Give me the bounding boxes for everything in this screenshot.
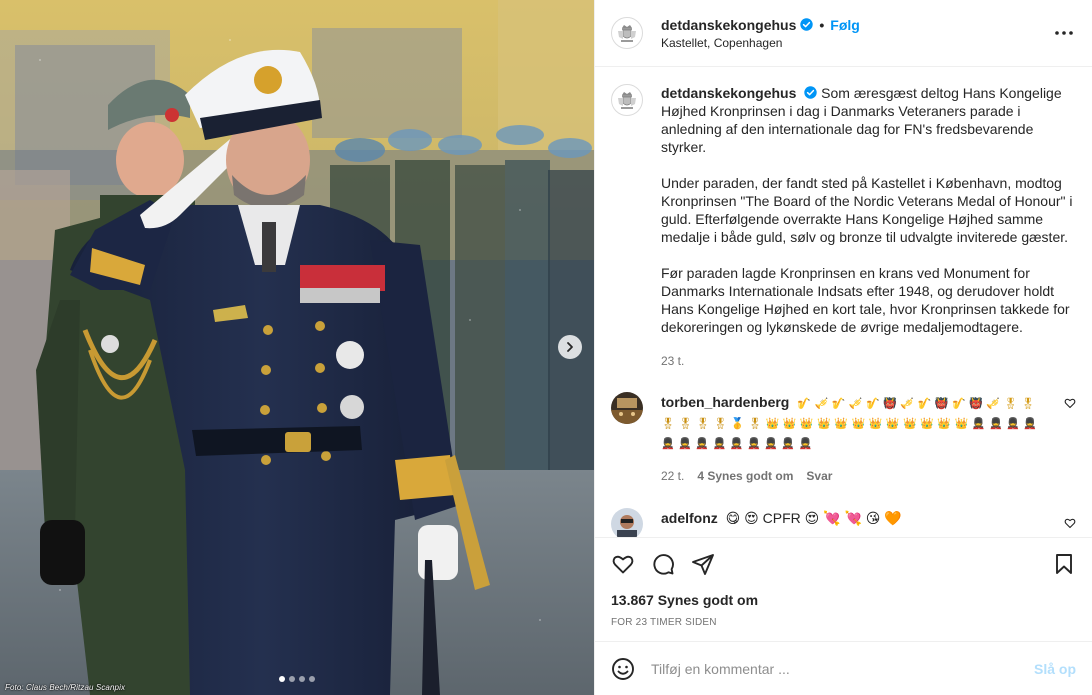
caption-avatar[interactable] bbox=[611, 84, 643, 116]
comments-section[interactable]: detdanskekongehus Som æresgæst deltog Ha… bbox=[595, 68, 1092, 537]
comment-username[interactable]: torben_hardenberg bbox=[661, 394, 789, 410]
more-options-button[interactable] bbox=[1052, 21, 1076, 45]
heart-icon bbox=[612, 555, 634, 574]
carousel-dot bbox=[289, 676, 295, 682]
caption-first-paragraph: detdanskekongehus Som æresgæst deltog Ha… bbox=[661, 84, 1076, 156]
comment-likes[interactable]: 4 Synes godt om bbox=[697, 466, 793, 486]
verified-badge-icon bbox=[800, 18, 814, 31]
comment-text-line: 💂 💂 💂 💂 💂 💂 💂 💂 💂 bbox=[661, 437, 813, 450]
header-title-row: detdanskekongehus • Følg bbox=[661, 17, 1052, 33]
commenter-avatar[interactable] bbox=[611, 392, 643, 424]
more-horizontal-icon bbox=[1055, 31, 1073, 35]
save-button[interactable] bbox=[1052, 552, 1076, 576]
post-comment-button[interactable]: Slå op bbox=[1034, 661, 1076, 677]
emoji-picker-button[interactable] bbox=[611, 657, 635, 681]
comment-text-line: 🎖 🎖 🎖 🎖 🥇 🎖 👑 👑 👑 👑 👑 👑 👑 👑 👑 👑 👑 👑 💂 💂 … bbox=[661, 417, 1038, 430]
carousel-dot bbox=[299, 676, 305, 682]
parade-photo bbox=[0, 0, 594, 695]
commenter-avatar[interactable] bbox=[611, 508, 643, 537]
caption-time: 23 t. bbox=[661, 354, 685, 368]
post-media: Foto: Claus Bech/Ritzau Scanpix bbox=[0, 0, 594, 695]
heart-icon bbox=[1064, 398, 1076, 409]
comment-item: adelfonz 😋 😍 CPFR 😍 💘 💘 😘 🧡 bbox=[611, 508, 1076, 537]
bookmark-icon bbox=[1056, 554, 1072, 574]
share-button[interactable] bbox=[691, 552, 715, 576]
action-bar bbox=[611, 538, 1076, 590]
header-text: detdanskekongehus • Følg Kastellet, Cope… bbox=[661, 17, 1052, 50]
comment-input[interactable] bbox=[651, 660, 1034, 677]
post-side-panel: detdanskekongehus • Følg Kastellet, Cope… bbox=[594, 0, 1092, 695]
royal-crest-icon bbox=[618, 92, 636, 109]
comment-time[interactable]: 22 t. bbox=[661, 466, 684, 486]
like-button[interactable] bbox=[611, 552, 635, 576]
heart-icon bbox=[1064, 518, 1076, 529]
header-separator: • bbox=[819, 16, 825, 33]
instagram-post: Foto: Claus Bech/Ritzau Scanpix detdansk… bbox=[0, 0, 1092, 695]
comment-body: adelfonz 😋 😍 CPFR 😍 💘 💘 😘 🧡 bbox=[661, 508, 1076, 537]
post-actions: 13.867 Synes godt om FOR 23 TIMER SIDEN bbox=[595, 537, 1092, 641]
comment-meta: 22 t. 4 Synes godt om Svar bbox=[661, 466, 1050, 486]
post-header: detdanskekongehus • Følg Kastellet, Cope… bbox=[595, 0, 1092, 67]
reply-button[interactable]: Svar bbox=[806, 466, 832, 486]
caption-username[interactable]: detdanskekongehus bbox=[661, 85, 796, 101]
chevron-right-icon bbox=[567, 342, 573, 352]
comment-item: torben_hardenberg 🎷 🎺 🎷 🎺 🎷 👹 🎺 🎷 👹 🎷 👹 … bbox=[611, 392, 1076, 486]
comment-bubble-icon bbox=[653, 554, 674, 575]
verified-badge-icon bbox=[804, 86, 817, 99]
comment-button[interactable] bbox=[651, 552, 675, 576]
caption-paragraph: Under paraden, der fandt sted på Kastell… bbox=[661, 175, 1073, 245]
paper-plane-icon bbox=[692, 554, 714, 575]
comment-username[interactable]: adelfonz bbox=[661, 510, 718, 526]
caption-body: detdanskekongehus Som æresgæst deltog Ha… bbox=[661, 84, 1076, 370]
add-comment-bar: Slå op bbox=[595, 641, 1092, 695]
header-username[interactable]: detdanskekongehus bbox=[661, 17, 796, 33]
carousel-indicator bbox=[0, 676, 594, 682]
post-timestamp: FOR 23 TIMER SIDEN bbox=[611, 617, 717, 628]
account-avatar[interactable] bbox=[611, 17, 643, 49]
location-link[interactable]: Kastellet, Copenhagen bbox=[661, 36, 1052, 50]
smiley-icon bbox=[612, 657, 634, 680]
carousel-dot bbox=[309, 676, 315, 682]
caption-paragraph: Før paraden lagde Kronprinsen en krans v… bbox=[661, 265, 1070, 335]
photo-credit: Foto: Claus Bech/Ritzau Scanpix bbox=[5, 683, 126, 692]
comment-text-line: 🎷 🎺 🎷 🎺 🎷 👹 🎺 🎷 👹 🎷 👹 🎺 🎖 🎖 bbox=[797, 397, 1035, 410]
comment-body: torben_hardenberg 🎷 🎺 🎷 🎺 🎷 👹 🎺 🎷 👹 🎷 👹 … bbox=[661, 392, 1076, 486]
carousel-next-button[interactable] bbox=[558, 335, 582, 359]
royal-crest-icon bbox=[618, 25, 636, 42]
likes-count[interactable]: 13.867 Synes godt om bbox=[611, 592, 1076, 608]
comment-like-button[interactable] bbox=[1064, 396, 1076, 412]
comment-text: 😋 😍 CPFR 😍 💘 💘 😘 🧡 bbox=[725, 510, 902, 526]
follow-button[interactable]: Følg bbox=[830, 17, 860, 33]
carousel-dot bbox=[279, 676, 285, 682]
comment-like-button[interactable] bbox=[1064, 516, 1076, 532]
caption: detdanskekongehus Som æresgæst deltog Ha… bbox=[611, 84, 1076, 370]
